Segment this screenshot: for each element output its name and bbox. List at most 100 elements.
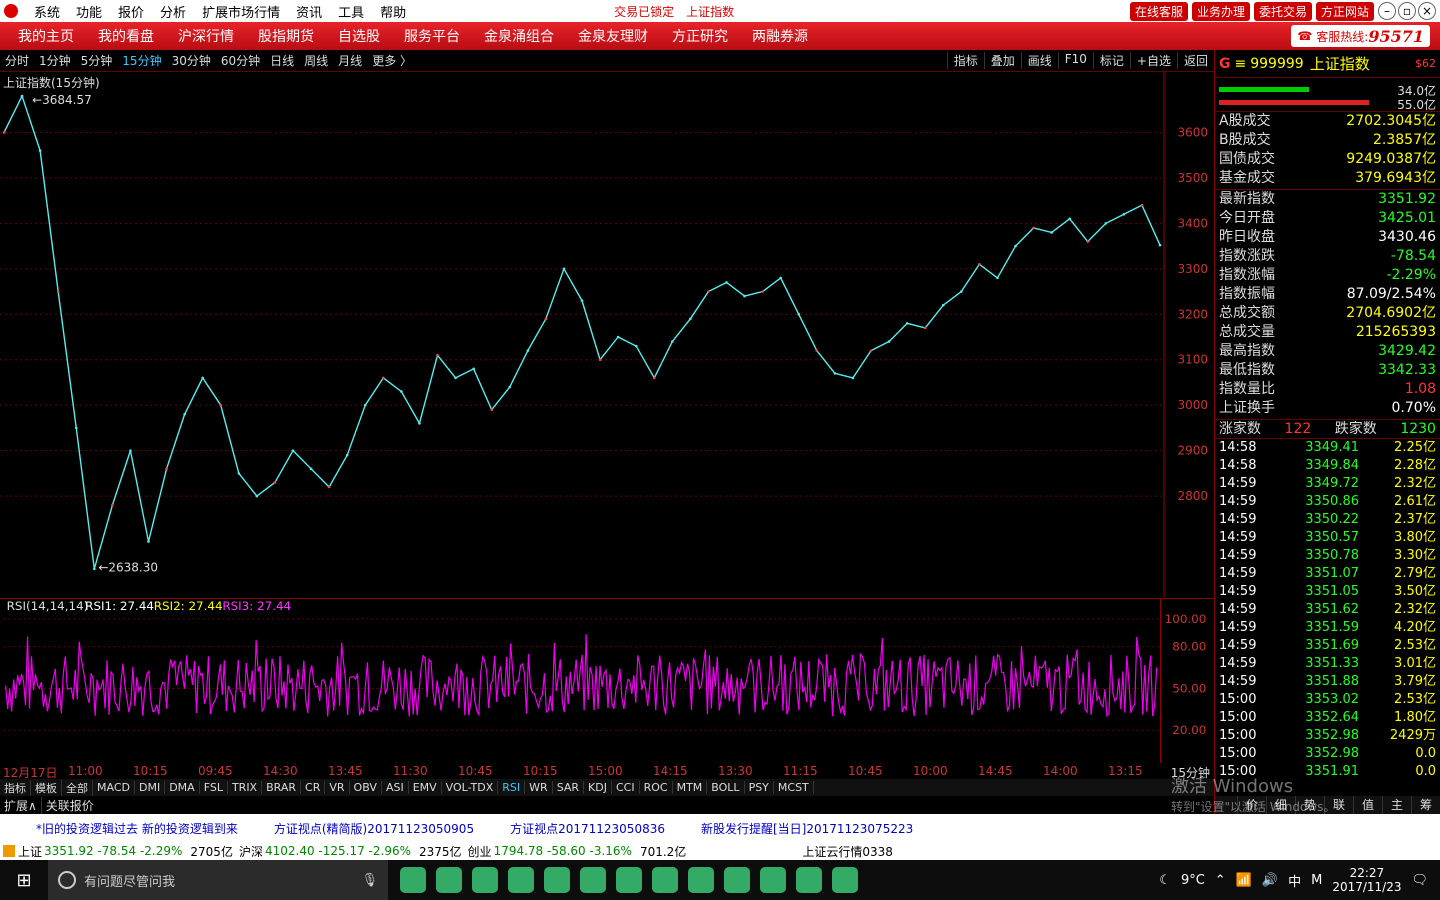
menu-item[interactable]: 系统 xyxy=(26,2,68,21)
game-icon[interactable] xyxy=(580,867,606,893)
kline-chart[interactable]: 3600 3500 3400 3300 3200 3100 3000 2900 2800 上证指数… xyxy=(0,72,1214,597)
menu-icon[interactable]: ≡ xyxy=(1235,56,1247,72)
indicator-tab[interactable]: RSI xyxy=(498,781,526,794)
nav-item[interactable]: 自选股 xyxy=(326,26,392,46)
explorer-icon[interactable] xyxy=(472,867,498,893)
indicator-tab[interactable]: VOL-TDX xyxy=(442,781,499,794)
indicator-tab[interactable]: BRAR xyxy=(262,781,302,794)
panel-tab[interactable]: 势 xyxy=(1294,796,1324,814)
nav-item[interactable]: 股指期货 xyxy=(246,26,326,46)
close-icon[interactable]: × xyxy=(1418,2,1436,20)
panel-tab[interactable]: 细 xyxy=(1265,796,1295,814)
indicator-tab[interactable]: CCI xyxy=(612,781,640,794)
rsi-chart[interactable]: 100.00 80.00 50.00 20.00 RSI(14,14,14)RSI1: … xyxy=(0,598,1214,763)
indicator-tab[interactable]: 指标 xyxy=(0,779,31,796)
menu-item[interactable]: 资讯 xyxy=(288,2,330,21)
panel-tab[interactable]: 联 xyxy=(1323,796,1353,814)
news-item[interactable]: 新股发行提醒[当日]20171123075223 xyxy=(701,820,913,837)
service-button[interactable]: 在线客服 xyxy=(1129,1,1188,21)
notification-icon[interactable]: 🗨 xyxy=(1411,873,1428,888)
menu-item[interactable]: 工具 xyxy=(330,2,372,21)
indicator-tab[interactable]: 全部 xyxy=(62,779,93,796)
indicator-tab[interactable]: EMV xyxy=(409,781,442,794)
tool-button[interactable]: F10 xyxy=(1057,52,1093,69)
panel-tab[interactable]: 值 xyxy=(1352,796,1382,814)
menu-item[interactable]: 分析 xyxy=(152,2,194,21)
period-tab[interactable]: 30分钟 xyxy=(167,52,216,69)
period-tab[interactable]: 日线 xyxy=(265,52,299,69)
period-tab[interactable]: 更多 〉 xyxy=(367,52,417,69)
period-tab[interactable]: 60分钟 xyxy=(216,52,265,69)
chevron-up-icon[interactable]: ⌃ xyxy=(1215,873,1226,888)
menu-item[interactable]: 功能 xyxy=(68,2,110,21)
indicator-tab[interactable]: OBV xyxy=(350,781,382,794)
indicator-tab[interactable]: DMA xyxy=(165,781,200,794)
indicator-tab[interactable]: 模板 xyxy=(31,779,62,796)
nav-item[interactable]: 金泉涌组合 xyxy=(472,26,566,46)
indicator-tab[interactable]: MTM xyxy=(673,781,708,794)
tool-button[interactable]: 返回 xyxy=(1176,52,1214,69)
service-button[interactable]: 委托交易 xyxy=(1253,1,1312,21)
pdf-icon[interactable] xyxy=(724,867,750,893)
indicator-tab[interactable]: PSY xyxy=(745,781,774,794)
indicator-tab[interactable]: MACD xyxy=(93,781,135,794)
indicator-tab[interactable]: ROC xyxy=(640,781,673,794)
nav-item[interactable]: 我的看盘 xyxy=(86,26,166,46)
nav-item[interactable]: 沪深行情 xyxy=(166,26,246,46)
indicator-tab[interactable]: BOLL xyxy=(707,781,745,794)
indicator-tab[interactable]: CR xyxy=(301,781,326,794)
related-quote-button[interactable]: 关联报价 xyxy=(42,797,98,814)
menu-item[interactable]: 报价 xyxy=(110,2,152,21)
indicator-tab[interactable]: DMI xyxy=(135,781,166,794)
indicator-tab[interactable]: FSL xyxy=(200,781,228,794)
chrome-icon[interactable] xyxy=(508,867,534,893)
nav-item[interactable]: 两融券源 xyxy=(740,26,820,46)
indicator-tab[interactable]: VR xyxy=(325,781,350,794)
taskbar-search[interactable]: 有问题尽管问我 🎙 xyxy=(48,860,388,900)
nav-item[interactable]: 金泉友理财 xyxy=(566,26,660,46)
nav-item[interactable]: 我的主页 xyxy=(6,26,86,46)
period-tab[interactable]: 15分钟 xyxy=(117,52,166,69)
clock[interactable]: 22:27 2017/11/23 xyxy=(1332,866,1401,894)
nav-item[interactable]: 方正研究 xyxy=(660,26,740,46)
tool-button[interactable]: 画线 xyxy=(1020,52,1058,69)
indicator-tab[interactable]: SAR xyxy=(553,781,585,794)
tool-button[interactable]: +自选 xyxy=(1129,52,1177,69)
founder-icon[interactable] xyxy=(796,867,822,893)
qq-icon[interactable] xyxy=(760,867,786,893)
wechat-icon[interactable] xyxy=(544,867,570,893)
tool-button[interactable]: 叠加 xyxy=(983,52,1021,69)
news-item[interactable]: *旧的投资逻辑过去 新的投资逻辑到来 xyxy=(36,820,238,837)
service-button[interactable]: 业务办理 xyxy=(1191,1,1250,21)
indicator-tab[interactable]: TRIX xyxy=(228,781,263,794)
keyboard-icon[interactable]: M xyxy=(1311,873,1322,888)
minimize-icon[interactable]: – xyxy=(1378,2,1396,20)
edge-icon[interactable] xyxy=(400,867,426,893)
volume-icon[interactable]: 🔊 xyxy=(1262,873,1278,888)
period-tab[interactable]: 周线 xyxy=(299,52,333,69)
menu-item[interactable]: 帮助 xyxy=(372,2,414,21)
expand-button[interactable]: 扩展∧ xyxy=(0,796,42,814)
store-icon[interactable] xyxy=(436,867,462,893)
browser-icon[interactable] xyxy=(832,867,858,893)
indicator-tab[interactable]: ASI xyxy=(382,781,409,794)
period-tab[interactable]: 5分钟 xyxy=(76,52,118,69)
network-icon[interactable]: 📶 xyxy=(1236,873,1252,888)
nav-item[interactable]: 服务平台 xyxy=(392,26,472,46)
wps-icon[interactable] xyxy=(616,867,642,893)
menu-item[interactable]: 扩展市场行情 xyxy=(194,2,288,21)
panel-tab[interactable]: 筹 xyxy=(1410,796,1440,814)
period-tab[interactable]: 分时 xyxy=(0,52,34,69)
restore-icon[interactable]: ▫ xyxy=(1398,2,1416,20)
indicator-tab[interactable]: WR xyxy=(525,781,553,794)
vpn-icon[interactable] xyxy=(688,867,714,893)
period-tab[interactable]: 月线 xyxy=(333,52,367,69)
windows-start-icon[interactable]: ⊞ xyxy=(0,870,48,891)
ie-icon[interactable] xyxy=(652,867,678,893)
ime-indicator[interactable]: 中 xyxy=(1288,871,1301,890)
microphone-icon[interactable]: 🎙 xyxy=(361,873,378,888)
tool-button[interactable]: 指标 xyxy=(946,52,984,69)
news-item[interactable]: 方证视点(精简版)20171123050905 xyxy=(274,820,474,837)
panel-tab[interactable]: 主 xyxy=(1381,796,1411,814)
news-item[interactable]: 方证视点20171123050836 xyxy=(510,820,665,837)
